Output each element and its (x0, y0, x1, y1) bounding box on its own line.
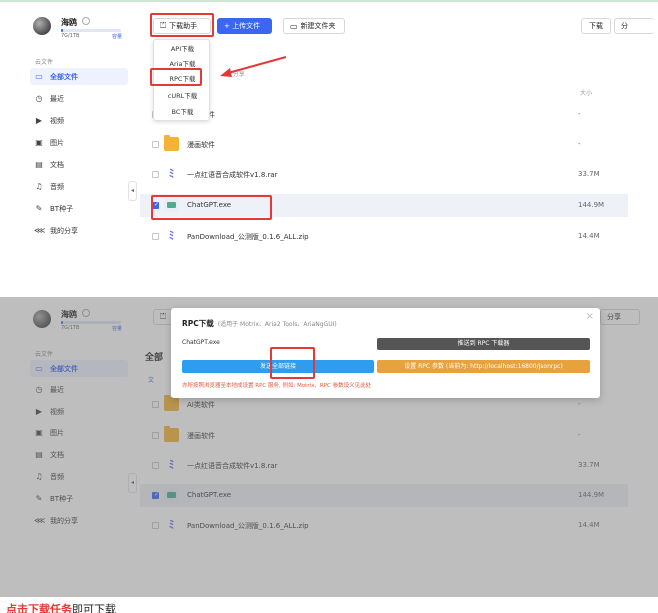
archive-file-icon: ﾐ (168, 229, 175, 242)
caption-text: 点击下载任务即可下载 (0, 603, 658, 613)
rpc-settings-button[interactable]: 设置 RPC 参数 (当前为: http://localhost:16800/j… (377, 360, 590, 373)
file-size: 14.4M (578, 232, 600, 240)
document-icon: ▤ (35, 160, 43, 169)
file-name[interactable]: PanDownload_公测版_0.1.6_ALL.zip (187, 232, 309, 242)
download-button[interactable]: 下载 (581, 18, 611, 34)
upgrade-link[interactable]: 容量 (112, 33, 122, 40)
sidebar-item-shares[interactable]: ⋘ 我的分享 (30, 222, 128, 239)
folder-plus-icon: ▭ (290, 21, 298, 31)
highlight-download-helper (150, 13, 214, 37)
video-icon: ▶ (35, 116, 43, 125)
dialog-title: RPC下载 (适用于 Motrix、Aria2 Tools、AriaNgGUI) (182, 319, 337, 328)
archive-file-icon: ﾐ (168, 167, 175, 180)
menu-item-api[interactable]: API下载 (154, 42, 211, 56)
dialog-subtitle: (适用于 Motrix、Aria2 Tools、AriaNgGUI) (217, 321, 337, 328)
new-folder-button[interactable]: ▭ 新建文件夹 (283, 18, 345, 34)
send-to-rpc-button[interactable]: 推送到 RPC 下载器 (377, 338, 590, 350)
headphones-icon: ♫ (35, 182, 43, 191)
screenshot-top: 海鸥 7G/1TB 容量 云文件 ▭ 全部文件 ◷ 最近 ▶ 视频 ▣ 图片 ▤ 文档 ♫… (0, 0, 658, 282)
sidebar-collapse-button[interactable]: ◂ (128, 181, 137, 201)
file-size: 144.9M (578, 201, 605, 209)
share-icon: ⋘ (34, 226, 46, 235)
sidebar-item-video[interactable]: ▶ 视频 (30, 112, 128, 129)
vip-badge-icon (82, 17, 90, 25)
caption-bold: 点击下载任务 (6, 603, 72, 613)
magnet-icon: ✎ (35, 204, 43, 213)
sidebar-item-docs[interactable]: ▤ 文档 (30, 156, 128, 173)
caption-rest: 即可下载 (72, 603, 116, 613)
file-size: 33.7M (578, 170, 600, 178)
rpc-file-name: ChatGPT.exe (182, 339, 220, 346)
column-header-size: 大小 (580, 90, 593, 97)
quota-fill (61, 29, 63, 32)
menu-item-bc[interactable]: BC下载 (154, 105, 211, 119)
folder-icon (164, 135, 179, 151)
rpc-help-tip: 亦所按照浏览器至本地成设置 RPC 服务, 例如: Motrix、RPC 参数设… (182, 383, 372, 389)
table-row[interactable]: ﾐ 一点红语音合成软件v1.8.rar 33.7M (140, 163, 628, 186)
highlight-send-all-button (270, 347, 315, 379)
highlight-chatgpt-row (151, 195, 272, 220)
quota-text: 7G/1TB (61, 33, 80, 39)
menu-item-curl[interactable]: cURL下载 (154, 89, 211, 103)
sidebar-item-all-files[interactable]: ▭ 全部文件 (30, 68, 128, 85)
upload-button[interactable]: + 上传文件 (217, 18, 272, 34)
sidebar: 海鸥 7G/1TB 容量 云文件 ▭ 全部文件 ◷ 最近 ▶ 视频 ▣ 图片 ▤ 文档 ♫… (0, 0, 133, 282)
row-checkbox[interactable] (152, 171, 159, 178)
rpc-download-dialog: RPC下载 (适用于 Motrix、Aria2 Tools、AriaNgGUI) … (171, 308, 600, 398)
close-icon[interactable]: × (586, 311, 594, 322)
table-row[interactable]: AI类软件 - (140, 103, 628, 126)
pointer-arrow-icon (220, 56, 287, 77)
sidebar-item-recent[interactable]: ◷ 最近 (30, 90, 128, 107)
sidebar-item-bt[interactable]: ✎ BT种子 (30, 200, 128, 217)
sidebar-item-audio[interactable]: ♫ 音频 (30, 178, 128, 195)
clock-icon: ◷ (35, 94, 43, 103)
row-checkbox[interactable] (152, 141, 159, 148)
table-row[interactable]: 漫画软件 - (140, 133, 628, 156)
image-icon: ▣ (35, 138, 43, 147)
section-label: 云文件 (35, 59, 54, 66)
avatar[interactable] (33, 17, 51, 35)
user-name: 海鸥 (61, 18, 77, 27)
file-size: - (578, 140, 581, 148)
highlight-rpc-item (150, 68, 202, 86)
file-name[interactable]: 一点红语音合成软件v1.8.rar (187, 170, 278, 180)
folder-icon: ▭ (35, 72, 43, 81)
quota-bar (61, 29, 121, 32)
share-button[interactable]: 分 (614, 18, 654, 34)
file-name[interactable]: 漫画软件 (187, 140, 215, 150)
sidebar-item-images[interactable]: ▣ 图片 (30, 134, 128, 151)
table-row[interactable]: ﾐ PanDownload_公测版_0.1.6_ALL.zip 14.4M (140, 225, 628, 248)
row-checkbox[interactable] (152, 233, 159, 240)
file-size: - (578, 110, 581, 118)
